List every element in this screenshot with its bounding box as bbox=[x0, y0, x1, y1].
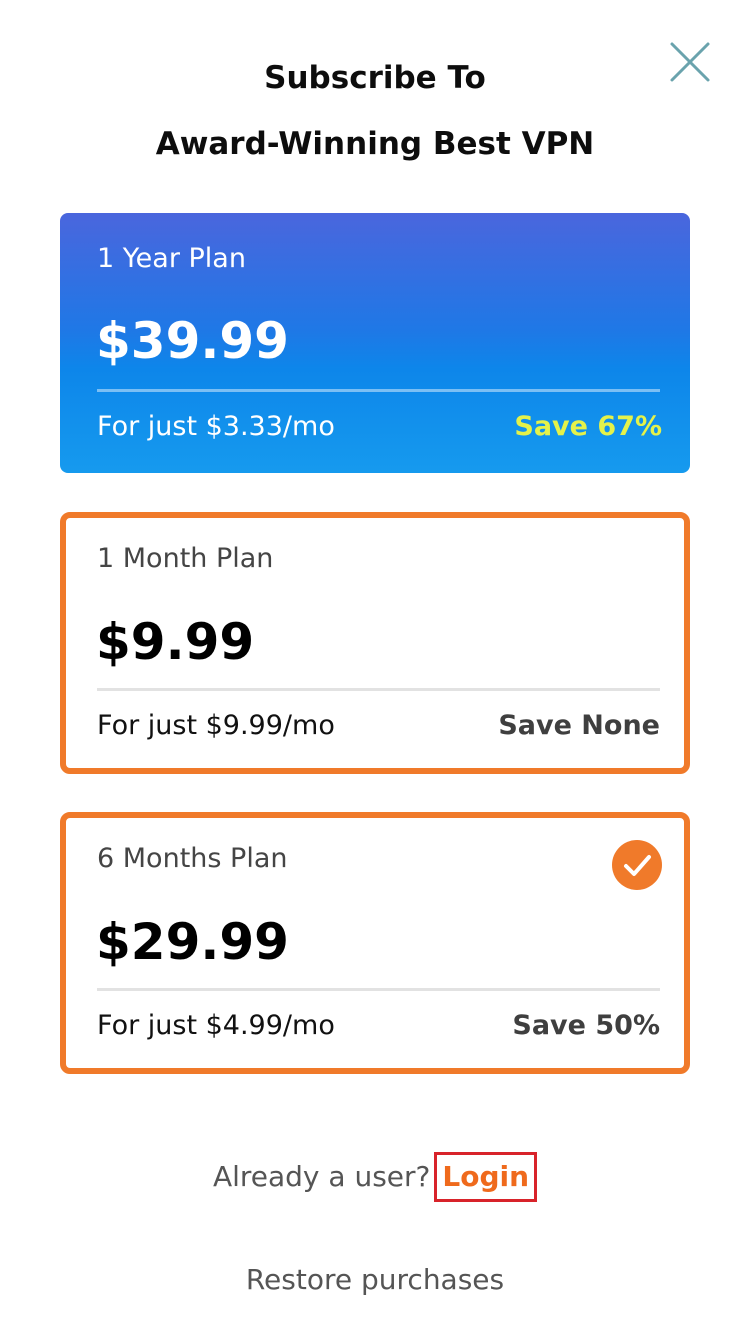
plan-price: $9.99 bbox=[96, 613, 255, 671]
plan-savings: Save 50% bbox=[512, 1010, 660, 1041]
login-link[interactable]: Login bbox=[434, 1152, 538, 1202]
plan-divider bbox=[97, 389, 660, 392]
page-title-line1: Subscribe To bbox=[264, 60, 486, 96]
plan-per-month: For just $9.99/mo bbox=[97, 710, 335, 741]
plan-price: $39.99 bbox=[96, 312, 289, 370]
plan-per-month: For just $4.99/mo bbox=[97, 1010, 335, 1041]
selected-check-badge bbox=[612, 840, 662, 890]
plan-per-month: For just $3.33/mo bbox=[97, 411, 335, 442]
login-prompt: Already a user? bbox=[212, 1160, 431, 1193]
plan-divider bbox=[97, 688, 660, 691]
plan-name: 1 Year Plan bbox=[97, 243, 246, 274]
page-header: Subscribe To Award-Winning Best VPN bbox=[0, 58, 750, 164]
checkmark-icon bbox=[624, 855, 651, 876]
plan-name: 6 Months Plan bbox=[97, 843, 288, 874]
plan-name: 1 Month Plan bbox=[97, 543, 274, 574]
plan-divider bbox=[97, 988, 660, 991]
plan-card-1-month[interactable]: 1 Month Plan $9.99 For just $9.99/mo Sav… bbox=[60, 512, 690, 774]
plan-card-6-months[interactable]: 6 Months Plan $29.99 For just $4.99/mo S… bbox=[60, 812, 690, 1074]
plan-card-1-year[interactable]: 1 Year Plan $39.99 For just $3.33/mo Sav… bbox=[60, 213, 690, 473]
page-title-line2: Award-Winning Best VPN bbox=[155, 126, 595, 162]
plan-price: $29.99 bbox=[96, 913, 289, 971]
plan-savings: Save 67% bbox=[514, 411, 662, 442]
login-row: Already a user? Login bbox=[0, 1152, 750, 1202]
restore-purchases-link[interactable]: Restore purchases bbox=[0, 1262, 750, 1298]
plan-savings: Save None bbox=[498, 710, 660, 741]
